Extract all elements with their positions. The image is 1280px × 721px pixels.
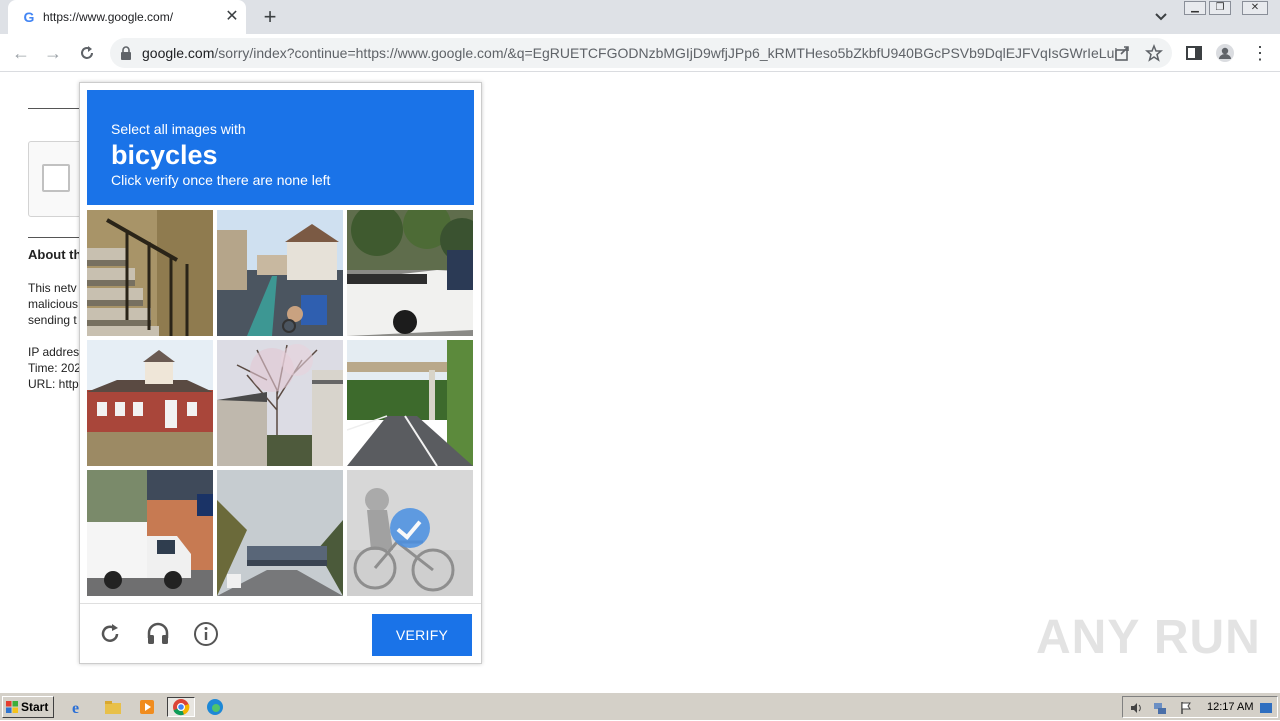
- volume-icon[interactable]: [1129, 701, 1143, 715]
- chrome-icon: [173, 699, 190, 716]
- image-tile-bicycle[interactable]: [347, 470, 473, 596]
- svg-text:e: e: [72, 700, 79, 717]
- browser-toolbar: ← → google.com/sorry/index?continue=http…: [0, 34, 1280, 72]
- image-tile-stairs[interactable]: [87, 210, 213, 336]
- back-arrow-icon[interactable]: ←: [10, 43, 32, 63]
- windows-taskbar: Start e 12:17 AM: [0, 692, 1280, 720]
- image-tile-delivery-truck[interactable]: [87, 470, 213, 596]
- action-center-flag-icon[interactable]: [1179, 701, 1193, 715]
- show-desktop-icon[interactable]: [1259, 701, 1273, 715]
- network-icon[interactable]: [1153, 701, 1167, 715]
- browser-tab[interactable]: G https://www.google.com/ ✕: [8, 0, 246, 34]
- audio-challenge-icon[interactable]: [145, 621, 171, 647]
- url-host: google.com: [142, 45, 215, 61]
- share-icon[interactable]: [1113, 44, 1131, 62]
- about-heading: About th: [28, 247, 80, 262]
- divider: [28, 108, 80, 109]
- body-line: sending t: [28, 313, 77, 327]
- prompt-text: Select all images with: [111, 121, 246, 137]
- tab-title: https://www.google.com/: [43, 10, 174, 24]
- close-window-button[interactable]: ✕: [1242, 1, 1268, 15]
- image-grid: [87, 210, 474, 597]
- tab-strip: G https://www.google.com/ ✕ + ▁ ❐ ✕: [0, 0, 1280, 34]
- menu-kebab-icon[interactable]: ⋮: [1250, 43, 1270, 63]
- tab-search-chevron-icon[interactable]: [1152, 9, 1170, 25]
- image-tile-red-house[interactable]: [87, 340, 213, 466]
- image-tile-pickup-truck[interactable]: [347, 210, 473, 336]
- prompt-target: bicycles: [111, 140, 218, 170]
- divider: [28, 237, 80, 238]
- image-tile-overpass-road[interactable]: [347, 340, 473, 466]
- google-favicon-icon: G: [23, 9, 35, 25]
- recaptcha-checkbox[interactable]: [42, 164, 70, 192]
- info-line: URL: http: [28, 377, 79, 391]
- image-tile-bridge[interactable]: [217, 470, 343, 596]
- url-path: /sorry/index?continue=https://www.google…: [214, 45, 1117, 61]
- close-tab-icon[interactable]: ✕: [224, 9, 240, 25]
- edge-icon[interactable]: [204, 697, 226, 717]
- bookmark-star-icon[interactable]: [1145, 44, 1163, 62]
- chrome-taskbar-button[interactable]: [167, 697, 195, 717]
- body-line: malicious: [28, 297, 79, 311]
- new-tab-button[interactable]: +: [258, 6, 282, 28]
- verify-button[interactable]: VERIFY: [372, 614, 472, 656]
- checkmark-icon: [390, 508, 430, 548]
- image-tile-street[interactable]: [217, 210, 343, 336]
- media-player-icon[interactable]: [136, 697, 158, 717]
- url-text[interactable]: google.com/sorry/index?continue=https://…: [142, 45, 1117, 61]
- minimize-button[interactable]: ▁: [1184, 1, 1206, 15]
- lock-icon[interactable]: [120, 46, 132, 60]
- challenge-footer: VERIFY: [80, 603, 481, 663]
- reload-challenge-icon[interactable]: [97, 621, 123, 647]
- image-tile-houses-tree[interactable]: [217, 340, 343, 466]
- clock: 12:17 AM: [1207, 701, 1254, 713]
- forward-arrow-icon[interactable]: →: [42, 43, 64, 63]
- info-line: IP addres: [28, 345, 80, 359]
- info-icon[interactable]: [193, 621, 219, 647]
- reload-icon[interactable]: [76, 43, 98, 63]
- info-line: Time: 202: [28, 361, 80, 375]
- body-line: This netv: [28, 281, 77, 295]
- system-tray: 12:17 AM: [1122, 696, 1278, 718]
- recaptcha-challenge: Select all images with bicycles Click ve…: [79, 82, 482, 664]
- side-panel-icon[interactable]: [1184, 43, 1204, 63]
- file-explorer-icon[interactable]: [102, 697, 124, 717]
- profile-avatar-icon[interactable]: [1215, 43, 1235, 63]
- challenge-header: Select all images with bicycles Click ve…: [87, 90, 474, 205]
- start-label: Start: [21, 700, 49, 714]
- start-button[interactable]: Start: [2, 696, 54, 718]
- anyrun-watermark: ANY RUN: [1036, 611, 1261, 664]
- internet-explorer-icon[interactable]: e: [68, 697, 90, 717]
- address-bar[interactable]: google.com/sorry/index?continue=https://…: [110, 38, 1172, 68]
- restore-button[interactable]: ❐: [1209, 1, 1231, 15]
- windows-logo-icon: [6, 701, 18, 713]
- prompt-instruction: Click verify once there are none left: [111, 172, 331, 188]
